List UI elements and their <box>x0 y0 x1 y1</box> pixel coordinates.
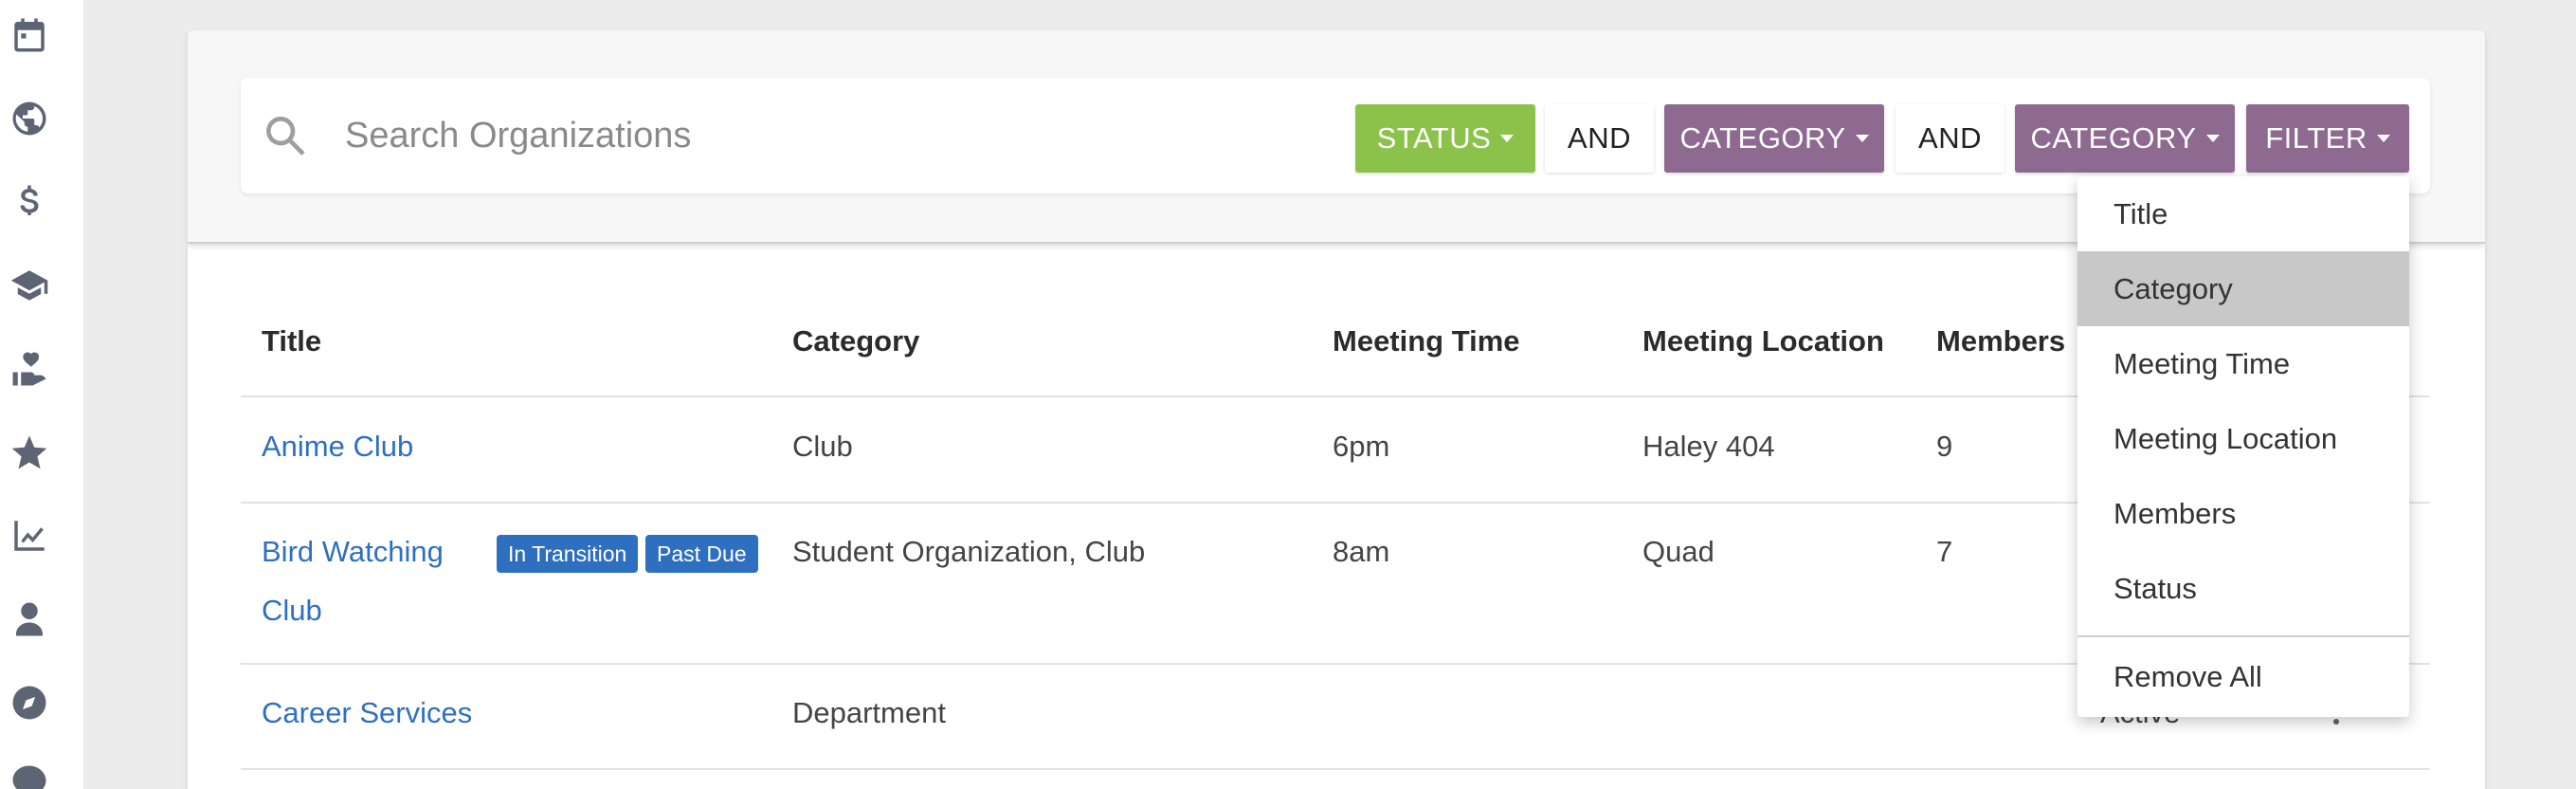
org-title-link-continued[interactable]: Club <box>262 594 322 628</box>
status-filter-label: STATUS <box>1376 121 1492 155</box>
in-transition-badge: In Transition <box>497 535 639 573</box>
org-members: 9 <box>1936 430 1953 463</box>
past-due-badge: Past Due <box>645 535 758 573</box>
and-operator-chip[interactable]: AND <box>1896 104 2005 173</box>
filter-option-status[interactable]: Status <box>2077 551 2409 626</box>
category-filter-chip[interactable]: CATEGORY <box>1664 104 1884 173</box>
and-operator-label: AND <box>1918 121 1982 155</box>
filter-option-category[interactable]: Category <box>2077 251 2409 326</box>
column-header-members[interactable]: Members <box>1936 324 2065 358</box>
sms-icon[interactable] <box>6 759 53 789</box>
star-icon[interactable] <box>6 429 53 476</box>
sidebar <box>0 0 83 789</box>
dropdown-divider <box>2077 635 2409 637</box>
globe-icon[interactable] <box>6 95 53 142</box>
compass-icon[interactable] <box>6 679 53 726</box>
category-filter-label: CATEGORY <box>2030 121 2197 155</box>
row-divider <box>241 768 2430 770</box>
user-icon[interactable] <box>6 596 53 643</box>
chart-line-icon[interactable] <box>6 512 53 560</box>
remove-all-filters-option[interactable]: Remove All <box>2077 639 2409 714</box>
search-icon <box>260 110 313 163</box>
org-meeting-time: 6pm <box>1333 430 1390 463</box>
org-members: 7 <box>1936 535 1953 568</box>
filter-option-title[interactable]: Title <box>2077 176 2409 251</box>
org-category: Department <box>792 696 946 729</box>
category-filter-chip[interactable]: CATEGORY <box>2015 104 2235 173</box>
filter-option-meeting-location[interactable]: Meeting Location <box>2077 401 2409 476</box>
filter-option-members[interactable]: Members <box>2077 476 2409 551</box>
org-category: Club <box>792 430 853 463</box>
status-filter-chip[interactable]: STATUS <box>1355 104 1535 173</box>
filter-dropdown-menu: Title Category Meeting Time Meeting Loca… <box>2077 176 2409 717</box>
graduation-cap-icon[interactable] <box>6 262 53 309</box>
org-title-link[interactable]: Career Services <box>262 696 472 730</box>
column-header-meeting-location[interactable]: Meeting Location <box>1642 324 1884 358</box>
category-filter-label: CATEGORY <box>1679 121 1846 155</box>
org-meeting-location: Haley 404 <box>1642 430 1775 463</box>
dollar-icon[interactable] <box>6 178 53 226</box>
org-meeting-time: 8am <box>1333 535 1390 568</box>
filter-option-meeting-time[interactable]: Meeting Time <box>2077 326 2409 401</box>
org-title-link[interactable]: Bird Watching <box>262 535 444 569</box>
calendar-icon[interactable] <box>6 11 53 59</box>
caret-down-icon <box>2205 135 2220 142</box>
and-operator-label: AND <box>1568 121 1631 155</box>
caret-down-icon <box>2376 135 2390 142</box>
column-header-meeting-time[interactable]: Meeting Time <box>1333 324 1520 358</box>
org-category: Student Organization, Club <box>792 535 1146 568</box>
caret-down-icon <box>1855 135 1869 142</box>
search-input[interactable] <box>345 104 1198 167</box>
org-title-link[interactable]: Anime Club <box>262 430 413 464</box>
org-meeting-location: Quad <box>1642 535 1714 568</box>
column-header-title[interactable]: Title <box>262 324 321 358</box>
hand-heart-icon[interactable] <box>6 345 53 393</box>
caret-down-icon <box>1500 135 1515 142</box>
column-header-category[interactable]: Category <box>792 324 919 358</box>
and-operator-chip[interactable]: AND <box>1545 104 1654 173</box>
filter-add-label: FILTER <box>2265 121 2367 155</box>
filter-add-chip[interactable]: FILTER <box>2246 104 2409 173</box>
